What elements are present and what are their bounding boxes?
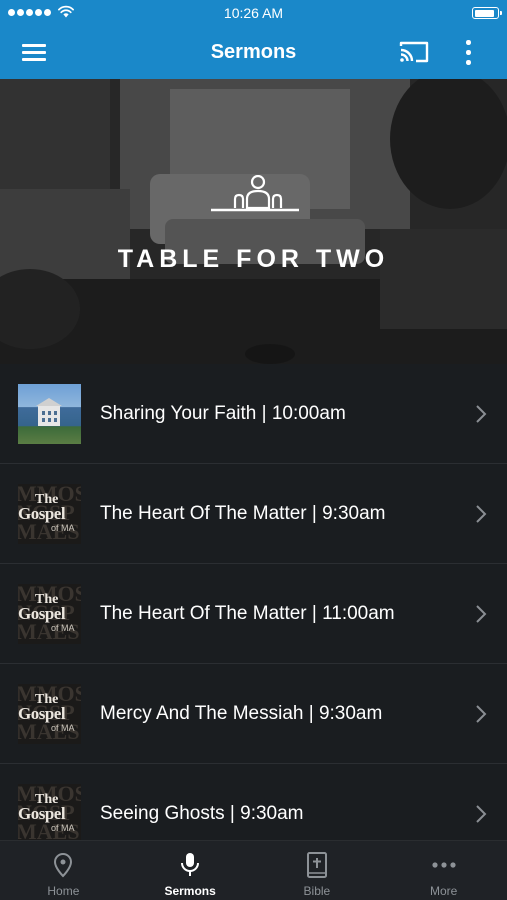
- chevron-right-icon: [476, 505, 487, 523]
- tab-bible[interactable]: Bible: [254, 841, 381, 900]
- app-bar: Sermons: [0, 26, 507, 79]
- list-item[interactable]: MMOS NGSP MAES The Gospel of MA The Heart …: [0, 564, 507, 664]
- sermon-thumbnail: [18, 384, 81, 444]
- sermon-title: Mercy And The Messiah | 9:30am: [100, 703, 383, 724]
- chevron-right-icon: [476, 805, 487, 823]
- sermon-thumbnail: MMOS NGSP MAES The Gospel of MA: [18, 584, 81, 644]
- tab-sermons[interactable]: Sermons: [127, 841, 254, 900]
- chevron-right-icon: [476, 605, 487, 623]
- chevron-right-icon: [476, 405, 487, 423]
- sermon-title: Sharing Your Faith | 10:00am: [100, 403, 346, 424]
- sermon-thumbnail: MMOS NGSP MAES The Gospel of MA: [18, 484, 81, 544]
- tab-home[interactable]: Home: [0, 841, 127, 900]
- tab-label: Sermons: [164, 884, 216, 898]
- sermon-list: Sharing Your Faith | 10:00am MMOS NGSP MAE…: [0, 364, 507, 840]
- list-item[interactable]: MMOS NGSP MAES The Gospel of MA Mercy And …: [0, 664, 507, 764]
- list-item[interactable]: Sharing Your Faith | 10:00am: [0, 364, 507, 464]
- table-for-two-logo-icon: [211, 175, 299, 212]
- sermon-thumbnail: MMOS NGSP MAES The Gospel of MA: [18, 784, 81, 840]
- series-hero-banner[interactable]: TABLE FOR TWO: [0, 79, 507, 364]
- sermon-title: The Heart Of The Matter | 11:00am: [100, 603, 395, 624]
- bible-icon: [306, 852, 327, 878]
- overflow-menu-button[interactable]: [456, 38, 480, 68]
- sermon-thumbnail: MMOS NGSP MAES The Gospel of MA: [18, 684, 81, 744]
- status-bar: 10:26 AM: [0, 0, 507, 26]
- tab-label: Home: [47, 884, 80, 898]
- list-item[interactable]: MMOS NGSP MAES The Gospel of MA Seeing Gho…: [0, 764, 507, 840]
- more-dots-icon: [432, 862, 456, 868]
- tab-more[interactable]: More: [380, 841, 507, 900]
- battery-icon: [472, 7, 502, 19]
- cast-icon[interactable]: [396, 38, 432, 66]
- tab-label: More: [429, 884, 458, 898]
- bottom-tab-bar: Home Sermons Bible More: [0, 840, 507, 900]
- series-title: TABLE FOR TWO: [117, 245, 390, 273]
- tab-label: Bible: [303, 884, 331, 898]
- sermon-title: The Heart Of The Matter | 9:30am: [100, 503, 386, 524]
- status-time: 10:26 AM: [223, 5, 284, 21]
- list-item[interactable]: MMOS NGSP MAES The Gospel of MA The Heart …: [0, 464, 507, 564]
- chevron-right-icon: [476, 705, 487, 723]
- microphone-icon: [181, 853, 200, 876]
- sermon-title: Seeing Ghosts | 9:30am: [100, 803, 304, 824]
- location-pin-icon: [54, 852, 73, 878]
